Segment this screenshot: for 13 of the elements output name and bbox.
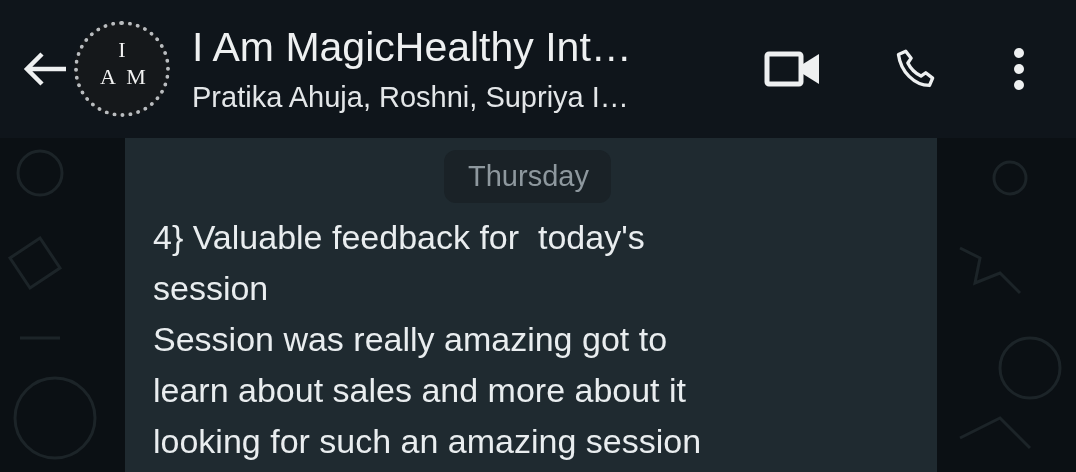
back-arrow-icon xyxy=(22,51,68,87)
video-camera-icon xyxy=(764,49,822,89)
chat-members[interactable]: Pratika Ahuja, Roshni, Supriya I… xyxy=(192,81,764,114)
avatar-letter: I xyxy=(117,39,127,64)
chat-title[interactable]: I Am MagicHealthy Int… xyxy=(192,24,764,71)
message-text: 4} Valuable feedback for today's session Session was really amazing got to learn about sales and more about it looking for such an amazing session xyxy=(153,217,702,462)
avatar-letter: M xyxy=(125,66,147,91)
video-call-button[interactable] xyxy=(764,49,822,89)
date-chip: Thursday xyxy=(444,150,611,203)
group-avatar[interactable]: I A M xyxy=(74,21,170,117)
avatar-letter: A xyxy=(99,66,117,91)
more-icon xyxy=(1012,46,1026,92)
more-options-button[interactable] xyxy=(1012,46,1026,92)
